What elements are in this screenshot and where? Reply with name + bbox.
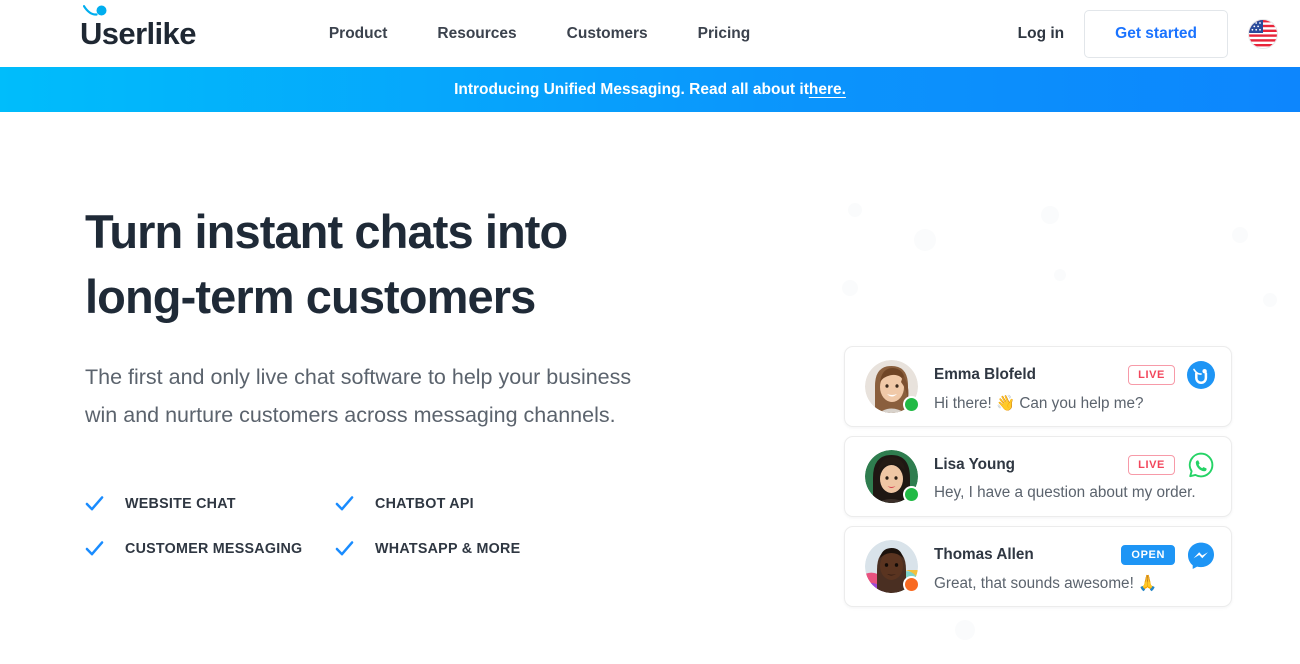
status-badge: LIVE (1128, 455, 1175, 475)
chat-content: Lisa Young LIVE Hey, I have a question a… (934, 451, 1215, 502)
chat-header-row: Emma Blofeld LIVE (934, 360, 1215, 389)
login-link[interactable]: Log in (1018, 25, 1065, 43)
status-dot-online (903, 486, 920, 503)
avatar (865, 450, 920, 503)
chat-meta: LIVE (1118, 451, 1215, 479)
feature-label: WHATSAPP & MORE (375, 540, 521, 557)
us-flag-icon[interactable] (1248, 18, 1278, 49)
status-badge: OPEN (1121, 544, 1175, 565)
chat-contact-name: Emma Blofeld (934, 365, 1036, 383)
banner-link[interactable]: here. (809, 81, 846, 99)
chat-content: Thomas Allen OPEN Great, that sounds awe… (934, 541, 1215, 593)
headline-line-1: Turn instant chats into (85, 205, 568, 258)
chat-contact-name: Lisa Young (934, 456, 1016, 473)
chat-card[interactable]: Thomas Allen OPEN Great, that sounds awe… (844, 526, 1232, 607)
banner-text: Introducing Unified Messaging. Read all … (454, 80, 809, 98)
check-icon (85, 541, 104, 556)
feature-item-chatbot-api: CHATBOT API (335, 494, 585, 513)
chat-preview-list: Emma Blofeld LIVE Hi there! 👋 Can you he… (844, 346, 1232, 607)
chat-card[interactable]: Emma Blofeld LIVE Hi there! 👋 Can you he… (844, 346, 1232, 427)
hero-content: Turn instant chats into long-term custom… (0, 200, 760, 558)
nav-item-pricing[interactable]: Pricing (698, 25, 751, 43)
get-started-button[interactable]: Get started (1084, 9, 1228, 58)
chat-meta: LIVE (1118, 360, 1215, 389)
status-dot-online (903, 396, 920, 413)
feature-label: CHATBOT API (375, 495, 474, 512)
userlike-swoosh-icon (83, 5, 107, 16)
main-nav: Product Resources Customers Pricing (329, 25, 750, 43)
feature-label: WEBSITE CHAT (125, 495, 236, 512)
landing-page: Userlike Product Resources Customers Pri… (0, 0, 1300, 664)
chat-meta: OPEN (1111, 541, 1215, 569)
logo[interactable]: Userlike (80, 5, 196, 51)
status-dot-away (903, 576, 920, 593)
feature-label: CUSTOMER MESSAGING (125, 540, 303, 557)
userlike-icon (1187, 360, 1215, 389)
announcement-banner[interactable]: Introducing Unified Messaging. Read all … (0, 67, 1300, 112)
avatar (865, 360, 920, 413)
whatsapp-icon (1188, 452, 1214, 478)
logo-text: Userlike (80, 16, 196, 51)
feature-list: WEBSITE CHAT CHATBOT API CUSTOMER MESSAG… (85, 494, 760, 558)
chat-header-row: Lisa Young LIVE (934, 451, 1215, 479)
us-flag-glyph (1249, 19, 1277, 48)
feature-item-customer-messaging: CUSTOMER MESSAGING (85, 539, 335, 558)
status-badge: LIVE (1128, 364, 1175, 385)
messenger-icon (1188, 542, 1214, 569)
check-icon (335, 496, 354, 511)
nav-item-product[interactable]: Product (329, 25, 388, 43)
chat-message: Great, that sounds awesome! 🙏 (934, 574, 1158, 592)
chat-card[interactable]: Lisa Young LIVE Hey, I have a question a… (844, 436, 1232, 517)
avatar (865, 540, 920, 593)
logo-mark: Userlike (80, 5, 196, 51)
check-icon (85, 496, 104, 511)
nav-item-customers[interactable]: Customers (567, 25, 648, 43)
headline-line-2: long-term customers (85, 269, 536, 323)
feature-item-website-chat: WEBSITE CHAT (85, 494, 335, 513)
chat-message: Hey, I have a question about my order. (934, 484, 1196, 501)
page-title: Turn instant chats into long-term custom… (85, 200, 760, 330)
site-header: Userlike Product Resources Customers Pri… (0, 0, 1300, 67)
chat-content: Emma Blofeld LIVE Hi there! 👋 Can you he… (934, 360, 1215, 413)
chat-message: Hi there! 👋 Can you help me? (934, 394, 1144, 412)
nav-item-resources[interactable]: Resources (437, 25, 516, 43)
header-actions: Log in Get started (1018, 9, 1278, 58)
feature-item-whatsapp-more: WHATSAPP & MORE (335, 539, 585, 558)
chat-header-row: Thomas Allen OPEN (934, 541, 1215, 569)
check-icon (335, 541, 354, 556)
hero-subheadline: The first and only live chat software to… (85, 364, 632, 427)
chat-contact-name: Thomas Allen (934, 545, 1034, 563)
